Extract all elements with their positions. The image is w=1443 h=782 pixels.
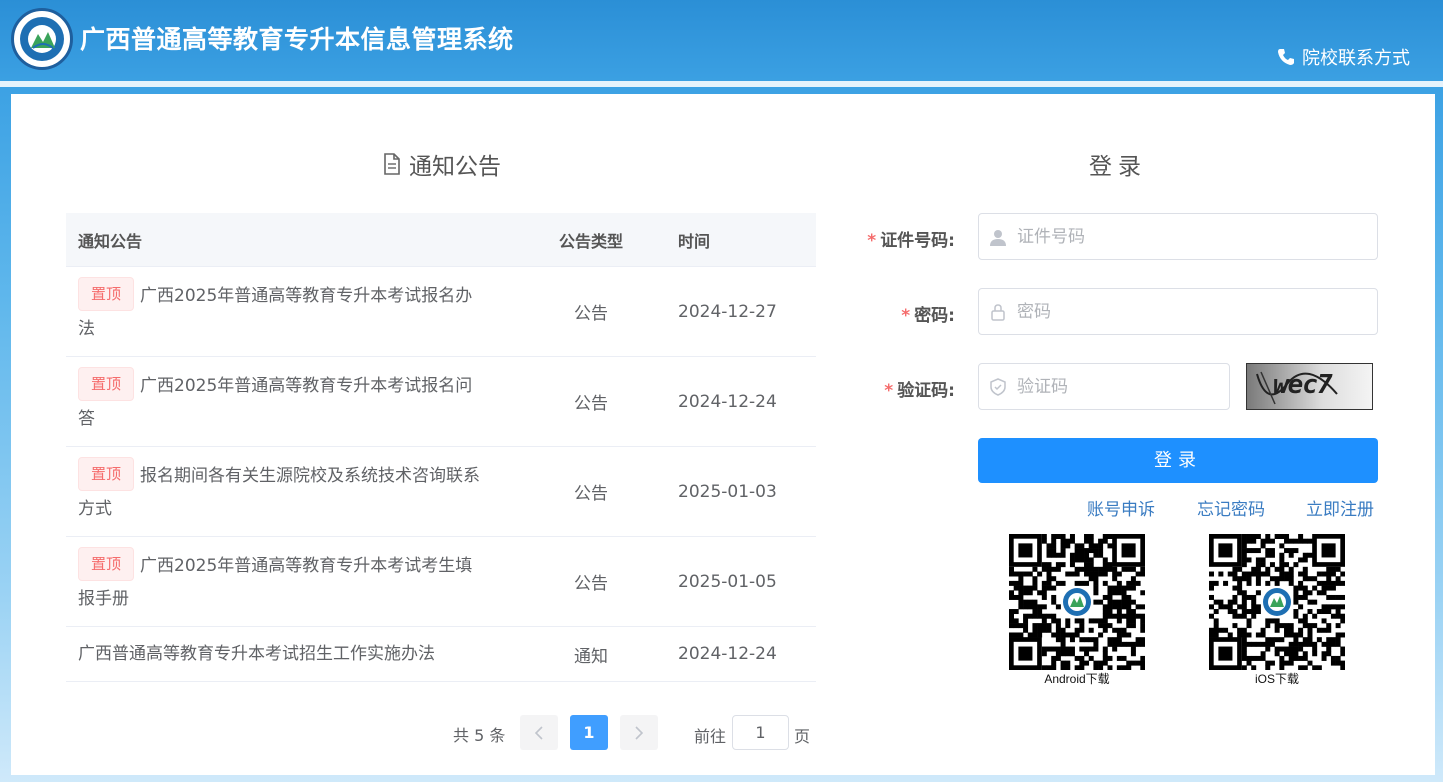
chevron-left-icon [534,725,543,740]
captcha-input[interactable] [1017,376,1197,397]
notice-link[interactable]: 报名期间各有关生源院校及系统技术咨询联系方式 [78,466,480,519]
id-number-input[interactable] [1017,226,1317,247]
table-row[interactable]: 广西普通高等教育专升本考试招生工作实施办法 通知 2024-12-24 [66,627,816,682]
chevron-right-icon [635,725,644,740]
shield-icon [990,377,1006,396]
captcha-image[interactable]: wec7 [1246,363,1373,410]
table-header: 通知公告 公告类型 时间 [66,213,816,267]
notice-heading: 通知公告 [383,147,501,181]
system-title: 广西普通高等教育专升本信息管理系统 [80,25,514,54]
notice-date: 2025-01-05 [678,571,777,592]
required-mark: * [901,306,911,326]
login-button[interactable]: 登录 [978,438,1378,483]
pinned-tag: 置顶 [78,366,135,401]
table-row[interactable]: 置顶 报名期间各有关生源院校及系统技术咨询联系方式 公告 2025-01-03 [66,447,816,537]
lock-icon [991,303,1005,321]
notice-date: 2025-01-03 [678,481,777,502]
captcha-text: wec7 [1273,370,1333,400]
user-icon [990,229,1006,246]
goto-prefix: 前往 [694,727,727,746]
goto-page-input[interactable]: 1 [732,715,789,750]
page-button-1[interactable]: 1 [570,715,608,750]
register-link[interactable]: 立即注册 [1306,495,1374,520]
header-divider [0,81,1443,87]
notice-link[interactable]: 广西2025年普通高等教育专升本考试考生填报手册 [78,556,472,609]
column-header-title: 通知公告 [78,231,143,251]
notice-type: 通知 [574,646,608,667]
required-mark: * [884,381,894,401]
table-row[interactable]: 置顶 广西2025年普通高等教育专升本考试报名办法 公告 2024-12-27 [66,267,816,357]
header: 广西普通高等教育专升本信息管理系统 院校联系方式 [0,0,1443,87]
id-number-label: * 证件号码: [867,231,955,251]
notice-type: 公告 [574,394,608,414]
notice-link[interactable]: 广西2025年普通高等教育专升本考试报名办法 [78,286,472,339]
ios-download-caption: iOS下载 [1254,672,1299,686]
university-logo [11,8,73,70]
required-mark: * [867,231,877,251]
captcha-field[interactable] [978,363,1230,410]
pagination-total: 共 5 条 [453,726,506,745]
password-field[interactable] [978,288,1378,335]
android-qr-code [1009,534,1146,671]
document-icon [384,153,400,175]
goto-suffix: 页 [794,727,811,746]
notice-date: 2024-12-24 [678,644,777,664]
forgot-password-link[interactable]: 忘记密码 [1197,495,1265,520]
contact-link[interactable]: 院校联系方式 [1276,44,1410,70]
notice-link[interactable]: 广西2025年普通高等教育专升本考试报名问答 [78,376,472,429]
account-appeal-link[interactable]: 账号申诉 [1087,495,1155,520]
pinned-tag: 置顶 [78,276,135,311]
notice-title: 通知公告 [409,154,501,180]
notice-type: 公告 [574,304,608,324]
notice-date: 2024-12-27 [678,301,777,322]
phone-icon [1278,49,1294,65]
notice-table: 通知公告 公告类型 时间 置顶 广西2025年普通高等教育专升本考试报名办法 公告… [66,213,816,682]
prev-page-button[interactable] [520,715,558,750]
android-download-caption: Android下载 [1044,672,1110,686]
password-input[interactable] [1017,301,1317,322]
ios-qr-code [1209,534,1346,671]
notice-type: 公告 [574,574,608,594]
notice-type: 公告 [574,484,608,504]
notice-link[interactable]: 广西普通高等教育专升本考试招生工作实施办法 [78,644,435,664]
notice-date: 2024-12-24 [678,391,777,412]
password-label: * 密码: [901,306,955,326]
contact-label: 院校联系方式 [1302,48,1410,69]
table-row[interactable]: 置顶 广西2025年普通高等教育专升本考试考生填报手册 公告 2025-01-05 [66,537,816,627]
column-header-type: 公告类型 [558,231,623,251]
captcha-label: * 验证码: [884,381,955,401]
pinned-tag: 置顶 [78,546,135,581]
column-header-date: 时间 [678,231,711,251]
id-number-field[interactable] [978,213,1378,260]
table-row[interactable]: 置顶 广西2025年普通高等教育专升本考试报名问答 公告 2024-12-24 [66,357,816,447]
next-page-button[interactable] [620,715,658,750]
pinned-tag: 置顶 [78,456,135,491]
login-heading: 登录 [1089,154,1147,180]
